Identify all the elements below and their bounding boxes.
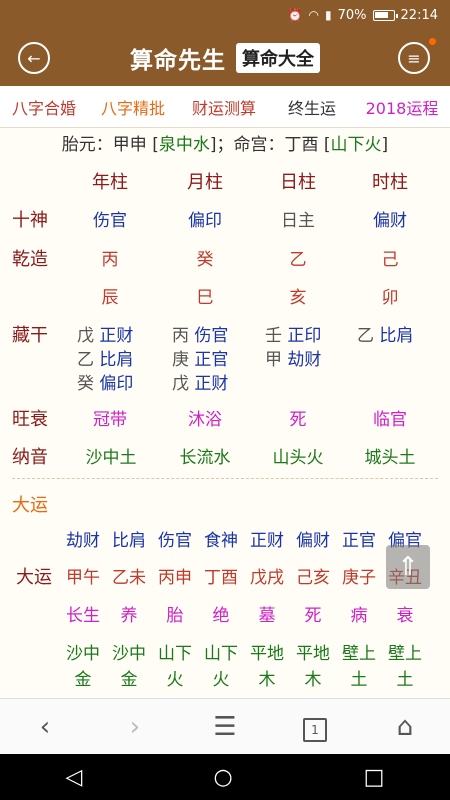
menu-button[interactable]: ≡: [398, 42, 430, 74]
canggan-label: 藏干: [12, 325, 48, 346]
browser-toolbar: ‹ › ☰ 1 ⌂: [0, 698, 450, 754]
page-title: 算命先生: [130, 48, 226, 74]
system-nav-bar: ◁ ○ □: [0, 754, 450, 800]
header-day: 日柱: [280, 172, 316, 193]
dayun-label: 大运: [16, 567, 52, 588]
nayin-label: 纳音: [12, 447, 48, 468]
qianzao-stems-row: 乾造 丙 癸 乙 己: [0, 245, 450, 275]
tabs-count: 1: [303, 718, 327, 742]
wifi-icon: ◠: [308, 8, 320, 22]
browser-forward-button[interactable]: ›: [105, 712, 165, 742]
chevron-left-icon: ‹: [39, 711, 51, 742]
header-year: 年柱: [92, 172, 128, 193]
header-month: 月柱: [187, 172, 223, 193]
qianzao-label: 乾造: [12, 249, 48, 270]
dayun-section-header: 大运: [0, 491, 450, 521]
menu-icon: ≡: [407, 48, 421, 68]
browser-menu-button[interactable]: ☰: [195, 712, 255, 742]
browser-home-button[interactable]: ⌂: [375, 712, 435, 742]
taiyuan-nayin: 泉中水: [158, 135, 210, 155]
dayun-ganzhi-row: 大运 甲午 乙未 丙申 丁酉 戊戌 己亥 庚子 辛丑: [0, 563, 450, 593]
feature-tabs: 八字合婚 八字精批 财运测算 终生运 2018运程: [0, 86, 450, 128]
tab-zhongshengyun[interactable]: 终生运: [270, 95, 354, 119]
nayin-row: 纳音 沙中土 长流水 山头火 城头土: [0, 443, 450, 473]
hamburger-icon: ☰: [213, 711, 237, 742]
signal-icon: ▮: [325, 8, 332, 22]
clock: 22:14: [400, 7, 438, 23]
pillar-headers: 年柱 月柱 日柱 时柱: [0, 168, 450, 198]
home-icon: ⌂: [396, 711, 414, 742]
tab-bazi-jingpi[interactable]: 八字精批: [88, 95, 178, 119]
shishen-row: 十神 伤官 偏印 日主 偏财: [0, 206, 450, 236]
back-button[interactable]: ←: [18, 42, 50, 74]
status-bar: ⏰ ◠ ▮ 70% 22:14: [0, 0, 450, 30]
title-tag[interactable]: 算命大全: [236, 43, 320, 73]
title-bar: ← 算命先生 算命大全 ≡: [0, 30, 450, 86]
dayun-gods-row: 劫财 比肩 伤官 食神 正财 偏财 正官 偏官: [66, 531, 422, 551]
alarm-icon: ⏰: [287, 8, 303, 22]
canggan-block: 藏干 戊 正财 乙 比肩 癸 偏印 丙 伤官 庚 正官 戊 正财 壬 正印 甲 …: [0, 321, 450, 395]
bazi-content: 胎元：甲申 [泉中水]；命宫：丁酉 [山下火] 年柱 月柱 日柱 时柱 十神 伤…: [0, 128, 450, 698]
wangshuai-label: 旺衰: [12, 409, 48, 430]
scroll-top-button[interactable]: ⇑: [386, 545, 430, 589]
dayun-states-row: 长生 养 胎 绝 墓 死 病 衰: [66, 606, 414, 626]
arrow-up-icon: ⇑: [397, 552, 419, 582]
tab-bazi-hehun[interactable]: 八字合婚: [0, 95, 88, 119]
system-back-button[interactable]: ◁: [66, 765, 83, 790]
back-arrow-icon: ←: [27, 48, 41, 68]
header-hour: 时柱: [372, 172, 408, 193]
chevron-right-icon: ›: [129, 711, 141, 742]
battery-percent: 70%: [337, 7, 367, 23]
taiyuan-line: 胎元：甲申 [泉中水]；命宫：丁酉 [山下火]: [61, 135, 389, 155]
notification-dot: [429, 38, 436, 45]
wangshuai-row: 旺衰 冠带 沐浴 死 临官: [0, 405, 450, 435]
qianzao-branches-row: 辰 巳 亥 卯: [101, 288, 399, 308]
dayun-section-title: 大运: [12, 495, 48, 516]
browser-back-button[interactable]: ‹: [15, 712, 75, 742]
browser-tabs-button[interactable]: 1: [285, 711, 345, 742]
tab-caiyun[interactable]: 财运测算: [178, 95, 270, 119]
section-divider: [12, 478, 438, 479]
battery-icon: [372, 9, 398, 21]
system-recent-button[interactable]: □: [364, 765, 385, 790]
shishen-label: 十神: [12, 210, 48, 231]
tab-2018-yuncheng[interactable]: 2018运程: [354, 95, 450, 119]
dayun-nayin-bottom-row: 金 金 火 火 木 木 土 土: [74, 670, 414, 690]
system-home-button[interactable]: ○: [213, 765, 232, 790]
minggong-nayin: 山下火: [330, 135, 382, 155]
